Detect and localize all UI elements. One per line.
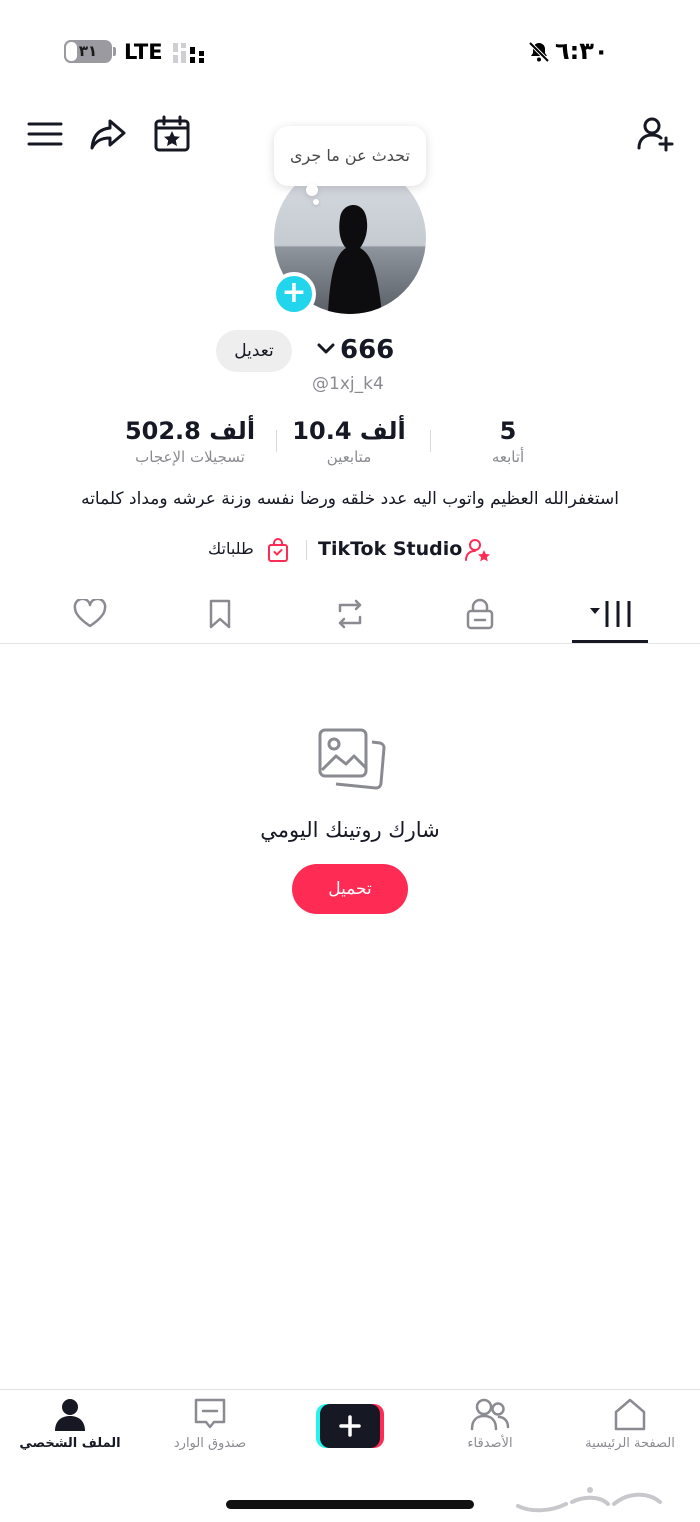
following-count: 5 [499,417,517,445]
nav-friends[interactable]: الأصدقاء [430,1396,550,1466]
network-type: LTE [124,40,163,64]
signal-icon [173,43,204,63]
empty-state-text: شارك روتينك اليومي [260,818,440,842]
bubble-tail-dot [313,199,319,205]
calendar-star-icon[interactable] [152,114,192,154]
shopping-bag-icon [268,538,288,562]
upload-button[interactable]: تحميل [292,864,408,914]
bookmark-icon [209,599,231,629]
bio-text: استغفرالله العظيم واتوب اليه عدد خلقه ور… [81,489,619,509]
tab-favorites[interactable] [185,584,255,644]
followers-label: متابعين [326,448,372,466]
bottom-nav-divider [0,1389,700,1390]
likes-count: 502.8 ألف [124,417,256,445]
tabs-divider [0,643,700,644]
nav-friends-label: الأصدقاء [467,1436,513,1451]
display-name[interactable]: 666 [340,332,394,368]
battery-cap [113,47,116,56]
status-time: ٦:٣٠ [555,37,609,65]
home-indicator [226,1500,474,1509]
tab-liked[interactable] [55,584,125,644]
create-plus-icon[interactable] [316,1404,384,1448]
bubble-tail [306,184,318,196]
tab-reposts[interactable] [315,584,385,644]
profile-icon [55,1399,85,1431]
menu-icon[interactable] [25,114,65,154]
nav-inbox[interactable]: صندوق الوارد [150,1396,270,1466]
nav-profile[interactable]: الملف الشخصي [10,1396,130,1466]
stat-following[interactable]: 5 أتابعه [458,416,558,468]
tab-private[interactable] [445,584,515,644]
tab-videos[interactable] [575,584,645,644]
nav-home[interactable]: الصفحة الرئيسية [570,1396,690,1466]
stat-followers[interactable]: 10.4 ألف متابعين [284,416,414,468]
likes-label: تسجيلات الإعجاب [135,448,245,466]
edit-profile-button[interactable]: تعديل [216,330,292,372]
followers-count: 10.4 ألف [292,417,406,445]
inbox-icon [194,1398,226,1429]
stat-likes[interactable]: 502.8 ألف تسجيلات الإعجاب [112,416,268,468]
nav-profile-label: الملف الشخصي [19,1436,121,1451]
heart-icon [73,599,107,628]
nav-home-label: الصفحة الرئيسية [585,1436,675,1451]
add-avatar-button[interactable]: + [272,272,316,316]
nav-inbox-label: صندوق الوارد [173,1436,247,1451]
creator-star-icon [465,539,490,562]
following-label: أتابعه [491,448,525,466]
stat-divider [430,430,431,452]
status-bubble[interactable]: تحدث عن ما جرى [274,126,426,186]
add-user-icon[interactable] [636,114,676,154]
battery-indicator: ٣١ [64,40,112,63]
battery-text: ٣١ [78,42,98,60]
photos-icon [318,728,386,790]
bell-muted-icon [528,41,550,63]
lock-icon [466,598,494,630]
repost-icon [338,599,362,629]
tiktok-studio-link[interactable]: TikTok Studio [318,535,462,563]
chevron-down-icon[interactable] [316,341,336,357]
stat-divider [276,430,277,452]
link-divider [306,540,307,560]
watermark-logo [516,1487,662,1513]
orders-link[interactable]: طلباتك [208,537,254,561]
share-icon[interactable] [88,114,128,154]
username: @1xj_k4 [312,374,384,394]
videos-grid-icon [590,601,631,627]
friends-icon [470,1398,510,1431]
home-icon [614,1398,646,1431]
